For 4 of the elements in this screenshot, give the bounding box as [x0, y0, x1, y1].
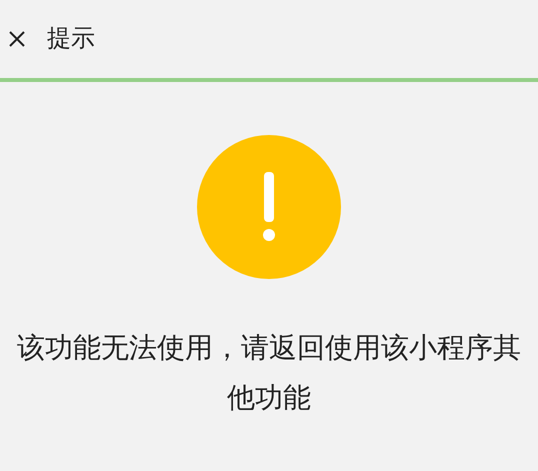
warning-icon	[197, 135, 341, 279]
close-icon[interactable]	[8, 30, 26, 48]
message-text: 该功能无法使用，请返回使用该小程序其他功能	[16, 331, 522, 415]
page-title: 提示	[47, 24, 95, 54]
